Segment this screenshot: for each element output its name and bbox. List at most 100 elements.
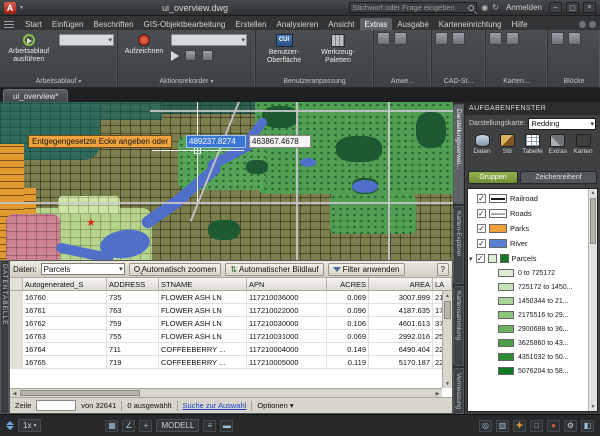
dynamic-input-x-field[interactable]: 489237.8274 xyxy=(186,135,246,148)
cell[interactable]: 16761 xyxy=(23,304,107,316)
scroll-up-icon[interactable]: ▲ xyxy=(589,189,597,197)
run-workflow-button[interactable]: Arbeitsablauf ausführen xyxy=(3,32,55,64)
search-input[interactable] xyxy=(352,3,468,12)
cell[interactable]: 4601.613 xyxy=(369,317,433,329)
cell[interactable]: 0.096 xyxy=(327,304,369,316)
legend-scrollbar[interactable]: ▲ ▼ xyxy=(588,189,597,411)
layer-row-parcels[interactable]: ▾ ✓ Parcels xyxy=(468,251,597,266)
cell[interactable]: 16764 xyxy=(23,343,107,355)
table-row[interactable]: 16760 735 FLOWER ASH LN 117210036000 0.0… xyxy=(10,291,452,304)
check-standards-icon[interactable] xyxy=(435,32,448,45)
draw-order-toggle-button[interactable]: Zeichenreihenf xyxy=(520,171,597,184)
task-pane-header[interactable]: AUFGABENFENSTER xyxy=(465,102,600,115)
layer-translate-icon[interactable] xyxy=(452,32,465,45)
ortho-toggle-icon[interactable]: ∠ xyxy=(122,420,135,432)
help-search[interactable] xyxy=(349,2,477,13)
scroll-down-icon[interactable]: ▼ xyxy=(589,403,597,411)
ribbon-minimize-icon[interactable] xyxy=(589,21,596,28)
panel-label-benutzeranpassung[interactable]: Benutzeranpassung xyxy=(256,76,373,87)
cell[interactable]: FLOWER ASH LN xyxy=(159,304,247,316)
run-script-icon[interactable] xyxy=(394,32,407,45)
layer-row-roads[interactable]: ✓ Roads xyxy=(468,206,597,221)
cell[interactable]: 759 xyxy=(107,317,159,329)
apply-filter-button[interactable]: Filter anwenden xyxy=(328,263,405,276)
minimize-button[interactable]: – xyxy=(549,2,562,13)
expand-caret-icon[interactable]: ▾ xyxy=(469,255,473,263)
block-editor-icon[interactable] xyxy=(551,32,564,45)
ribbon-options-icon[interactable] xyxy=(579,21,586,28)
scroll-thumb[interactable] xyxy=(444,301,451,319)
cell[interactable]: FLOWER ASH LN xyxy=(159,317,247,329)
cell[interactable]: 5170.187 xyxy=(369,356,433,368)
cell[interactable]: 117210004000 xyxy=(247,343,327,355)
tab-beschriften[interactable]: Beschriften xyxy=(89,18,139,30)
panel-label-anwendungen[interactable]: Anwe... xyxy=(374,76,431,87)
viewport-nav-icon[interactable] xyxy=(6,421,14,430)
tab-darstellungsverwaltung[interactable]: Darstellungsverwal... xyxy=(453,104,464,204)
tab-analysieren[interactable]: Analysieren xyxy=(271,18,323,30)
panel-label-arbeitsablauf[interactable]: Arbeitsablauf▾ xyxy=(0,76,117,87)
block-insert-icon[interactable] xyxy=(568,32,581,45)
row-selector[interactable] xyxy=(10,343,23,355)
cell[interactable]: 763 xyxy=(107,304,159,316)
column-header[interactable]: LA xyxy=(433,278,452,290)
display-map-select[interactable]: Redding xyxy=(528,118,596,130)
auto-scroll-button[interactable]: ⇅ Automatischer Bildlauf xyxy=(225,263,323,276)
map-clean-icon[interactable] xyxy=(506,32,519,45)
scroll-down-icon[interactable]: ▼ xyxy=(443,379,452,388)
cell[interactable]: FLOWER ASH LN xyxy=(159,291,247,303)
cui-button[interactable]: CUI Benutzer-Oberfläche xyxy=(259,32,309,65)
search-icon[interactable] xyxy=(468,5,474,11)
options-menu-button[interactable]: Optionen ▾ xyxy=(257,401,293,410)
table-horizontal-scrollbar[interactable]: ◀ ▶ xyxy=(10,388,442,397)
scroll-thumb[interactable] xyxy=(20,390,140,396)
table-help-button[interactable]: ? xyxy=(437,263,449,276)
lineweight-toggle-icon[interactable]: ▬ xyxy=(220,420,233,432)
cell[interactable]: 117210036000 xyxy=(247,291,327,303)
cell[interactable]: 735 xyxy=(107,291,159,303)
table-vertical-scrollbar[interactable]: ▲ ▼ xyxy=(442,291,452,388)
tab-extras[interactable]: Extras xyxy=(360,18,393,30)
table-row[interactable]: 16765 719 COFFEEBERRY ... 117210005000 0… xyxy=(10,356,452,369)
maximize-button[interactable]: ▢ xyxy=(566,2,579,13)
cell[interactable]: 0.069 xyxy=(327,291,369,303)
layer-row-railroad[interactable]: ✓ Railroad xyxy=(468,191,597,206)
communication-center-icon[interactable]: ◉ xyxy=(481,4,488,12)
cell[interactable]: COFFEEBERRY ... xyxy=(159,356,247,368)
cell[interactable]: 0.119 xyxy=(327,356,369,368)
checkbox-checked-icon[interactable]: ✓ xyxy=(477,224,486,233)
table-row[interactable]: 16762 759 FLOWER ASH LN 117210030000 0.1… xyxy=(10,317,452,330)
checkbox-checked-icon[interactable]: ✓ xyxy=(477,194,486,203)
cell[interactable]: 117210005000 xyxy=(247,356,327,368)
data-source-select[interactable]: Parcels xyxy=(41,263,125,275)
tab-karten-explorer[interactable]: Karten-Explorer xyxy=(453,206,464,284)
checkbox-checked-icon[interactable]: ✓ xyxy=(476,254,485,263)
layer-row-parks[interactable]: ✓ Parks xyxy=(468,221,597,236)
tab-ausgabe[interactable]: Ausgabe xyxy=(392,18,434,30)
cell[interactable]: 3007.999 xyxy=(369,291,433,303)
scroll-up-icon[interactable]: ▲ xyxy=(443,291,452,300)
column-header[interactable]: Autogenerated_S xyxy=(23,278,107,290)
cell[interactable]: 6490.404 xyxy=(369,343,433,355)
cell[interactable]: 117210030000 xyxy=(247,317,327,329)
checkbox-checked-icon[interactable]: ✓ xyxy=(477,209,486,218)
dynamic-input-toggle-icon[interactable]: ≡ xyxy=(203,420,216,432)
table-row[interactable]: 16764 711 COFFEEBERRY ... 117210004000 0… xyxy=(10,343,452,356)
groups-toggle-button[interactable]: Gruppen xyxy=(468,171,518,184)
zoom-level-button[interactable]: 1x▾ xyxy=(18,419,41,432)
auto-zoom-button[interactable]: Automatisch zoomen xyxy=(129,263,222,276)
search-to-select-link[interactable]: Suche zur Auswahl xyxy=(183,401,247,410)
scroll-left-icon[interactable]: ◀ xyxy=(10,389,19,397)
osnap-toggle-icon[interactable]: + xyxy=(139,420,152,432)
data-table-side-tab[interactable]: DATENTABELLE xyxy=(0,260,9,414)
table-menu-button[interactable]: Tabelle xyxy=(521,134,545,168)
macro-folder-icon[interactable] xyxy=(202,50,213,61)
style-menu-button[interactable]: Stil xyxy=(495,134,519,168)
annotation-visibility-icon[interactable]: ◎ xyxy=(479,420,492,432)
isolate-objects-icon[interactable]: ● xyxy=(547,420,560,432)
app-logo-icon[interactable]: A xyxy=(4,2,16,14)
clean-screen-icon[interactable]: ◧ xyxy=(581,420,594,432)
tab-kartensammlung[interactable]: Kartensammlung xyxy=(453,286,464,366)
scroll-right-icon[interactable]: ▶ xyxy=(433,389,442,397)
cell[interactable]: COFFEEBERRY ... xyxy=(159,343,247,355)
